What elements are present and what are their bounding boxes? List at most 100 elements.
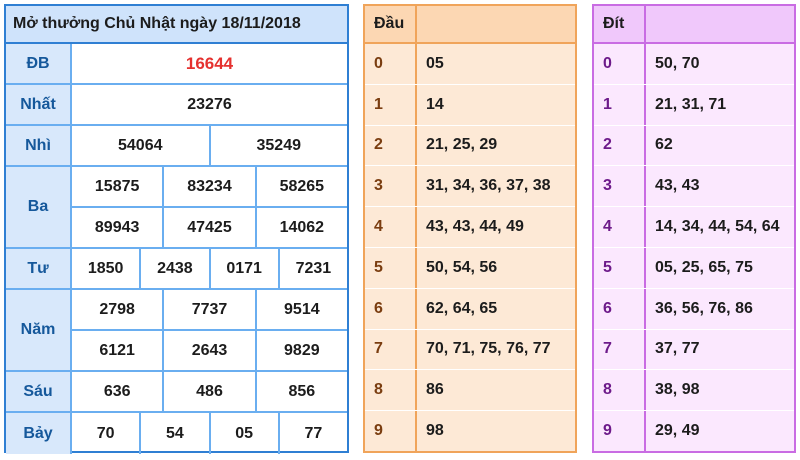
prize-number: 0171 xyxy=(208,249,278,288)
head-header-label: Đầu xyxy=(365,6,417,42)
tail-row: 2 62 xyxy=(594,125,794,167)
prize-line: 70 54 05 77 xyxy=(72,413,347,454)
prize-values: 23276 xyxy=(72,85,347,124)
tail-row: 4 14, 34, 44, 54, 64 xyxy=(594,207,794,248)
head-numbers: 62, 64, 65 xyxy=(426,299,498,317)
prize-line: 16644 xyxy=(72,44,347,83)
tail-digit: 2 xyxy=(594,125,646,166)
prize-values: 70 54 05 77 xyxy=(72,413,347,454)
head-row: 8 86 xyxy=(365,370,575,412)
tail-digit: 1 xyxy=(594,84,646,125)
prize-line: 6121 2643 9829 xyxy=(72,329,347,370)
head-row: 9 98 xyxy=(365,411,575,451)
prize-number: 856 xyxy=(254,372,347,411)
tail-numbers: 38, 98 xyxy=(655,381,700,399)
head-row: 2 21, 25, 29 xyxy=(365,125,575,167)
prize-line: 15875 83234 58265 xyxy=(72,167,347,206)
tail-numbers: 62 xyxy=(655,136,673,154)
head-row: 0 05 xyxy=(365,44,575,85)
prize-number: 7737 xyxy=(162,290,254,329)
head-row: 1 14 xyxy=(365,84,575,126)
tail-digit-table: Đít 0 50, 70 1 21, 31, 71 2 62 3 43, 43 4 14, 34,… xyxy=(592,4,796,453)
tail-row: 1 21, 31, 71 xyxy=(594,84,794,126)
head-header-blank xyxy=(417,6,575,42)
tail-row: 3 43, 43 xyxy=(594,166,794,208)
prize-line: 1850 2438 0171 7231 xyxy=(72,249,347,288)
head-row: 4 43, 43, 44, 49 xyxy=(365,207,575,248)
head-row: 7 70, 71, 75, 76, 77 xyxy=(365,329,575,371)
head-row: 6 62, 64, 65 xyxy=(365,288,575,330)
prize-label: Ba xyxy=(6,167,72,247)
tail-digit: 3 xyxy=(594,166,646,207)
head-table-rows: 0 05 1 14 2 21, 25, 29 3 31, 34, 36, 37, 38 4 43,… xyxy=(365,44,575,451)
head-row: 5 50, 54, 56 xyxy=(365,247,575,289)
head-numbers: 98 xyxy=(426,422,444,440)
prize-number: 9829 xyxy=(254,331,347,370)
prize-row: Nhất 23276 xyxy=(6,85,347,126)
head-digit: 1 xyxy=(365,84,417,125)
prize-number: 05 xyxy=(208,413,278,454)
head-digit: 0 xyxy=(365,44,417,84)
prize-line: 636 486 856 xyxy=(72,372,347,411)
prize-number: 636 xyxy=(103,382,131,400)
prize-label: Năm xyxy=(6,290,72,370)
tail-table-header: Đít xyxy=(594,6,794,44)
prize-number: 2798 xyxy=(99,300,135,318)
prize-row: Sáu 636 486 856 xyxy=(6,372,347,413)
prize-values: 54064 35249 xyxy=(72,126,347,165)
lottery-results-table: Mở thưởng Chủ Nhật ngày 18/11/2018 ĐB 166… xyxy=(4,4,349,454)
prize-number: 2643 xyxy=(162,331,254,370)
tail-table-rows: 0 50, 70 1 21, 31, 71 2 62 3 43, 43 4 14, 34, 44,… xyxy=(594,44,794,451)
head-numbers: 43, 43, 44, 49 xyxy=(426,218,524,236)
prize-number: 6121 xyxy=(99,341,135,359)
head-numbers: 21, 25, 29 xyxy=(426,136,498,154)
tail-row: 0 50, 70 xyxy=(594,44,794,85)
results-title: Mở thưởng Chủ Nhật ngày 18/11/2018 xyxy=(6,6,347,44)
prize-values: 1850 2438 0171 7231 xyxy=(72,249,347,288)
prize-number: 47425 xyxy=(162,208,254,247)
tail-numbers: 21, 31, 71 xyxy=(655,95,727,113)
prize-number: 83234 xyxy=(162,167,254,206)
prize-number: 7231 xyxy=(277,249,347,288)
prize-number: 58265 xyxy=(254,167,347,206)
special-prize-number: 16644 xyxy=(185,53,234,73)
prize-number: 2438 xyxy=(139,249,208,288)
tail-digit: 5 xyxy=(594,247,646,288)
prize-number: 89943 xyxy=(94,218,140,236)
prize-number: 23276 xyxy=(187,95,232,113)
head-numbers: 14 xyxy=(426,95,444,113)
prize-number: 35249 xyxy=(208,126,348,165)
prize-line: 54064 35249 xyxy=(72,126,347,165)
prize-label: ĐB xyxy=(6,44,72,83)
prize-number: 15875 xyxy=(94,177,140,195)
prize-values: 16644 xyxy=(72,44,347,83)
prize-number: 486 xyxy=(162,372,254,411)
tail-numbers: 14, 34, 44, 54, 64 xyxy=(655,218,780,236)
prize-label: Sáu xyxy=(6,372,72,411)
tail-numbers: 36, 56, 76, 86 xyxy=(655,299,753,317)
head-numbers: 31, 34, 36, 37, 38 xyxy=(426,177,551,195)
head-digit-table: Đầu 0 05 1 14 2 21, 25, 29 3 31, 34, 36, 37, 38… xyxy=(363,4,577,453)
prize-number: 9514 xyxy=(254,290,347,329)
prize-label: Nhất xyxy=(6,85,72,124)
head-digit: 4 xyxy=(365,207,417,247)
prize-line: 89943 47425 14062 xyxy=(72,206,347,247)
head-digit: 3 xyxy=(365,166,417,207)
tail-numbers: 05, 25, 65, 75 xyxy=(655,258,753,276)
prize-values: 636 486 856 xyxy=(72,372,347,411)
prize-row: Năm 2798 7737 9514 6121 2643 9829 xyxy=(6,290,347,372)
tail-numbers: 37, 77 xyxy=(655,340,700,358)
prize-number: 54 xyxy=(139,413,208,454)
prize-label: Bảy xyxy=(6,413,72,454)
head-numbers: 70, 71, 75, 76, 77 xyxy=(426,340,551,358)
tail-header-blank xyxy=(646,6,794,42)
tail-digit: 7 xyxy=(594,329,646,370)
tail-numbers: 29, 49 xyxy=(655,422,700,440)
head-numbers: 50, 54, 56 xyxy=(426,258,498,276)
prize-row: Nhì 54064 35249 xyxy=(6,126,347,167)
prize-row: ĐB 16644 xyxy=(6,44,347,85)
tail-digit: 6 xyxy=(594,288,646,329)
prize-number: 70 xyxy=(96,424,115,442)
results-body: ĐB 16644 Nhất 23276 Nhì 54064 35249 Ba 15875 8323… xyxy=(6,44,347,454)
tail-numbers: 43, 43 xyxy=(655,177,700,195)
